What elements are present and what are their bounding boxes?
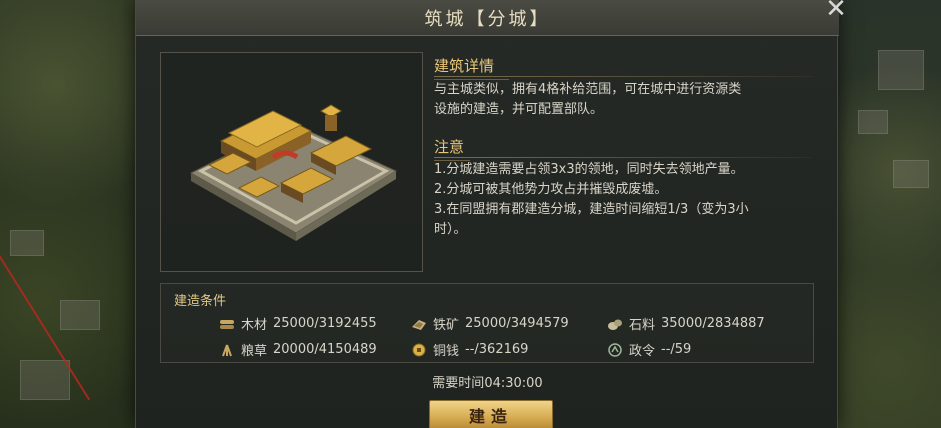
resource-value: 25000/3192455 bbox=[273, 316, 377, 331]
dialog-title: 筑城【分城】 bbox=[424, 8, 551, 30]
resource-value: --/362169 bbox=[465, 342, 529, 357]
note-line: 时）。 bbox=[434, 222, 467, 237]
resource-name: 政令 bbox=[629, 344, 656, 359]
notes-text: 1.分城建造需要占领3x3的领地，同时失去领地产量。 2.分城可被其他势力攻占并… bbox=[434, 160, 749, 240]
resource-wood: 木材 25000/3192455 bbox=[219, 314, 377, 333]
build-time-label: 需要时间 bbox=[432, 376, 485, 391]
map-background-right bbox=[838, 0, 941, 428]
resource-name: 粮草 bbox=[241, 344, 268, 359]
resource-name: 石料 bbox=[629, 318, 656, 333]
build-time: 需要时间04:30:00 bbox=[136, 372, 839, 391]
note-line: 2.分城可被其他势力攻占并摧毁成废墟。 bbox=[434, 182, 668, 197]
decree-icon bbox=[607, 342, 623, 357]
city-preview-frame bbox=[160, 52, 423, 272]
conditions-heading: 建造条件 bbox=[174, 294, 227, 309]
divider bbox=[434, 76, 812, 77]
resource-value: 25000/3494579 bbox=[465, 316, 569, 331]
note-line: 3.在同盟拥有郡建造分城，建造时间缩短1/3（变为3小 bbox=[434, 202, 749, 217]
build-button[interactable]: 建造 bbox=[429, 400, 553, 428]
divider bbox=[434, 157, 812, 158]
resource-value: --/59 bbox=[661, 342, 692, 357]
resource-iron: 铁矿 25000/3494579 bbox=[411, 314, 569, 333]
building-details-text: 与主城类似，拥有4格补给范围，可在城中进行资源类 设施的建造，并可配置部队。 bbox=[434, 80, 741, 120]
close-icon[interactable]: ✕ bbox=[820, 0, 852, 22]
map-building bbox=[858, 110, 888, 134]
resource-name: 木材 bbox=[241, 318, 268, 333]
details-line: 与主城类似，拥有4格补给范围，可在城中进行资源类 bbox=[434, 82, 742, 97]
grain-icon bbox=[219, 343, 235, 357]
copper-coin-icon bbox=[411, 343, 427, 357]
map-building bbox=[60, 300, 100, 330]
build-city-dialog: 筑城【分城】 建筑详情 与主城类似，拥有4格补给范围，可在城中进行资源类 设施的… bbox=[135, 0, 839, 428]
resource-order: 政令 --/59 bbox=[607, 340, 691, 359]
resource-stone: 石料 35000/2834887 bbox=[607, 314, 765, 333]
iron-ore-icon bbox=[411, 317, 427, 331]
build-conditions-box: 建造条件 木材 25000/3192455 铁矿 25000/3494579 石… bbox=[160, 283, 814, 363]
map-building bbox=[10, 230, 44, 256]
build-time-value: 04:30:00 bbox=[484, 376, 543, 391]
map-building bbox=[893, 160, 929, 188]
resource-value: 20000/4150489 bbox=[273, 342, 377, 357]
sub-city-illustration bbox=[189, 104, 398, 241]
note-line: 1.分城建造需要占领3x3的领地，同时失去领地产量。 bbox=[434, 162, 744, 177]
resource-copper: 铜钱 --/362169 bbox=[411, 340, 528, 359]
dialog-title-bar: 筑城【分城】 bbox=[136, 0, 839, 36]
resource-grain: 粮草 20000/4150489 bbox=[219, 340, 377, 359]
map-building bbox=[878, 50, 924, 90]
details-line: 设施的建造，并可配置部队。 bbox=[434, 102, 604, 117]
wood-icon bbox=[219, 317, 235, 331]
stone-icon bbox=[607, 317, 623, 331]
resource-name: 铜钱 bbox=[433, 344, 460, 359]
map-building bbox=[20, 360, 70, 400]
resource-value: 35000/2834887 bbox=[661, 316, 765, 331]
resource-name: 铁矿 bbox=[433, 318, 460, 333]
